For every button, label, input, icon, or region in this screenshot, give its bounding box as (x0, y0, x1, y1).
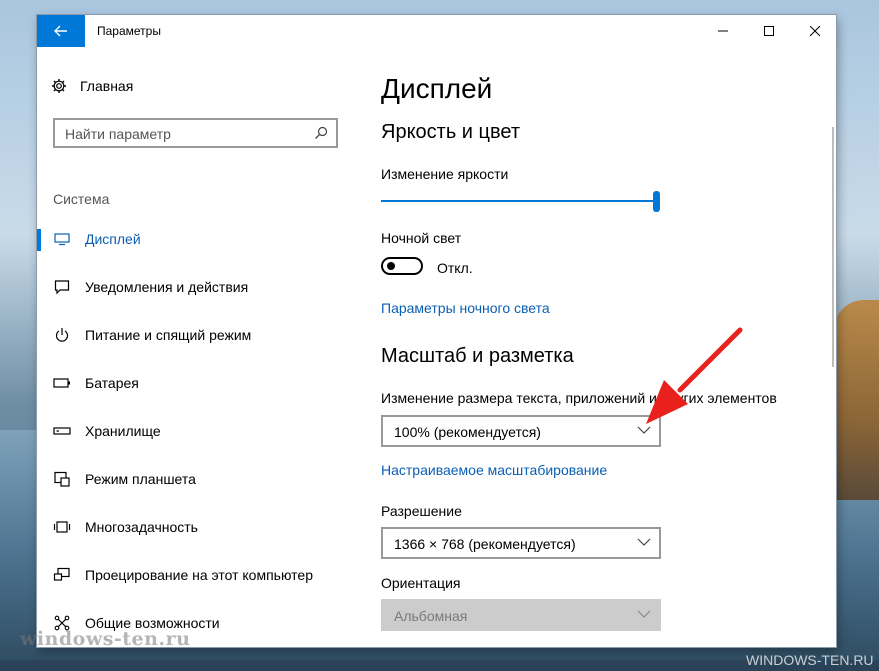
minimize-button[interactable] (700, 15, 746, 47)
notification-icon (53, 278, 71, 296)
back-arrow-icon (54, 25, 67, 37)
chevron-down-icon (637, 426, 651, 434)
back-button[interactable] (37, 15, 85, 47)
sidebar-item-power[interactable]: Питание и спящий режим (37, 311, 357, 359)
brightness-slider-track[interactable] (381, 200, 656, 202)
resolution-label: Разрешение (381, 503, 462, 519)
sidebar-item-label: Многозадачность (85, 519, 198, 535)
sidebar-item-projection[interactable]: Проецирование на этот компьютер (37, 551, 357, 599)
toggle-knob (387, 262, 395, 270)
power-icon (53, 326, 71, 344)
tablet-icon (53, 470, 71, 488)
page-title: Дисплей (381, 73, 493, 104)
close-icon (810, 26, 820, 36)
chevron-down-icon (637, 538, 651, 546)
night-light-state: Откл. (437, 260, 473, 276)
sidebar-item-display[interactable]: Дисплей (37, 215, 357, 263)
watermark-left: windows-ten.ru (20, 628, 191, 650)
chevron-down-icon (637, 610, 651, 618)
storage-icon (53, 422, 71, 440)
orientation-value: Альбомная (394, 608, 468, 624)
sidebar-item-label: Хранилище (85, 423, 161, 439)
maximize-button[interactable] (746, 15, 792, 47)
sidebar-item-label: Дисплей (85, 231, 141, 247)
scale-dropdown[interactable]: 100% (рекомендуется) (381, 415, 661, 447)
monitor-icon (53, 230, 71, 248)
projection-icon (53, 566, 71, 584)
section-label-system: Система (53, 191, 110, 207)
minimize-icon (718, 30, 728, 32)
home-label: Главная (80, 78, 134, 94)
search-icon[interactable] (314, 126, 328, 140)
scale-label: Изменение размера текста, приложений и д… (381, 390, 777, 406)
night-light-label: Ночной свет (381, 230, 462, 246)
title-bar: Параметры (37, 15, 836, 47)
sidebar-item-battery[interactable]: Батарея (37, 359, 357, 407)
brightness-slider-thumb[interactable] (653, 191, 660, 212)
sidebar-item-label: Питание и спящий режим (85, 327, 252, 343)
multitask-icon (53, 518, 71, 536)
brightness-label: Изменение яркости (381, 166, 509, 182)
night-light-toggle[interactable] (381, 257, 423, 275)
home-link[interactable]: Главная (51, 78, 133, 94)
scale-heading: Масштаб и разметка (381, 345, 574, 367)
orientation-dropdown[interactable]: Альбомная (381, 599, 661, 631)
scale-value: 100% (рекомендуется) (394, 424, 541, 440)
custom-scaling-link[interactable]: Настраиваемое масштабирование (381, 462, 607, 478)
brightness-heading: Яркость и цвет (381, 121, 521, 143)
sidebar-item-label: Проецирование на этот компьютер (85, 567, 313, 583)
sidebar-nav: Дисплей Уведомления и действия Питание и… (37, 215, 357, 647)
scrollbar[interactable] (832, 127, 834, 367)
watermark-right: WINDOWS-TEN.RU (746, 652, 874, 668)
search-input[interactable]: Найти параметр (53, 118, 338, 148)
window-title: Параметры (97, 24, 161, 38)
night-light-settings-link[interactable]: Параметры ночного света (381, 300, 550, 316)
sidebar-item-tablet-mode[interactable]: Режим планшета (37, 455, 357, 503)
maximize-icon (764, 26, 774, 36)
sidebar-item-label: Режим планшета (85, 471, 196, 487)
resolution-value: 1366 × 768 (рекомендуется) (394, 536, 576, 552)
orientation-label: Ориентация (381, 575, 461, 591)
search-placeholder: Найти параметр (65, 126, 171, 142)
gear-icon (52, 79, 66, 93)
battery-icon (53, 374, 71, 392)
resolution-dropdown[interactable]: 1366 × 768 (рекомендуется) (381, 527, 661, 559)
sidebar-item-label: Батарея (85, 375, 139, 391)
close-button[interactable] (792, 15, 836, 47)
sidebar-item-storage[interactable]: Хранилище (37, 407, 357, 455)
settings-window: Параметры Главная Найти параметр Система (37, 15, 836, 647)
sidebar-item-label: Уведомления и действия (85, 279, 249, 295)
sidebar-item-multitasking[interactable]: Многозадачность (37, 503, 357, 551)
sidebar-item-notifications[interactable]: Уведомления и действия (37, 263, 357, 311)
desktop-background-cliff (834, 300, 879, 500)
